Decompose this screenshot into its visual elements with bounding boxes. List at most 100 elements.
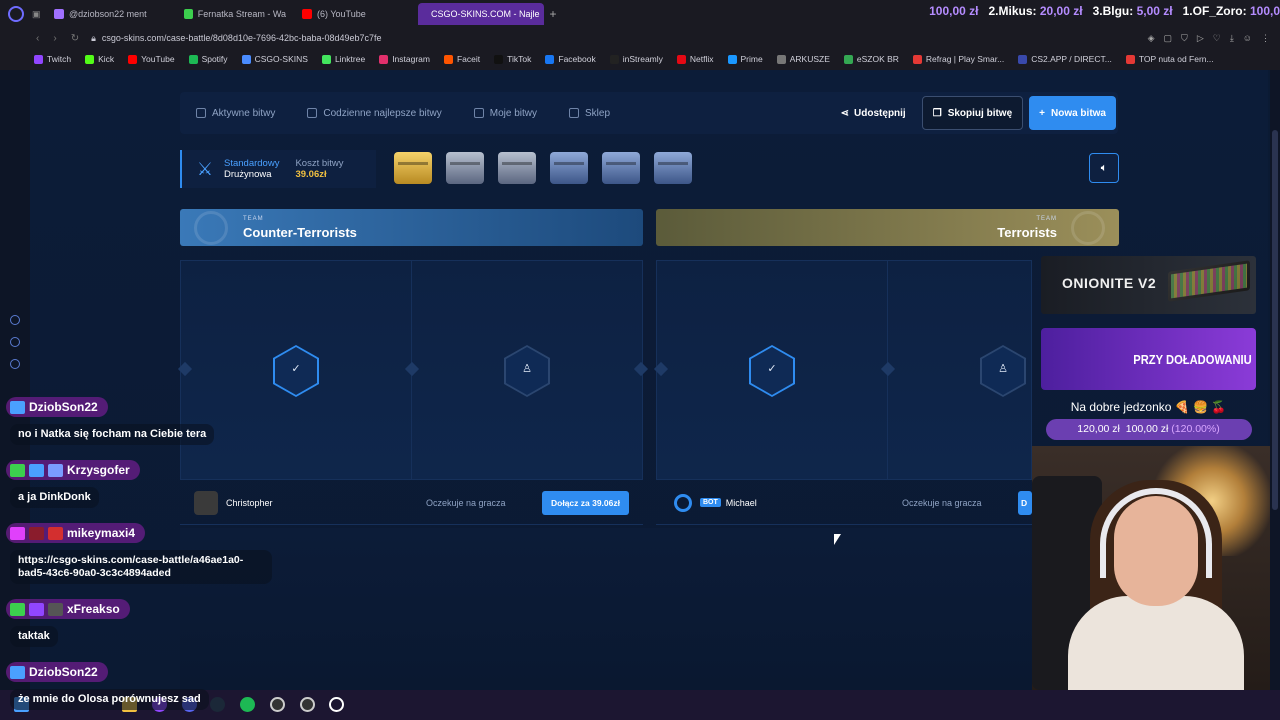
tab-4-active[interactable]: CSGO-SKINS.COM - Najle [418, 3, 544, 25]
tab-3[interactable]: (6) YouTube [294, 3, 418, 25]
extension-icon[interactable]: ◈ [1148, 33, 1155, 44]
battle-mode-format: Drużynowa [224, 169, 272, 180]
bookmark-6[interactable]: Instagram [379, 54, 430, 64]
browser-app-icon[interactable] [329, 697, 344, 712]
address-text: csgo-skins.com/case-battle/8d08d10e-7696… [101, 33, 382, 43]
bookmark-0[interactable]: Twitch [34, 54, 71, 64]
profile-icon[interactable]: ☺ [1243, 33, 1252, 44]
case-1-icon[interactable] [394, 152, 432, 184]
steam-icon[interactable] [210, 697, 225, 712]
bookmark-label: ARKUSZE [789, 54, 830, 64]
bookmark-4[interactable]: CSGO-SKINS [241, 54, 308, 64]
back-icon[interactable]: ‹ [36, 33, 39, 44]
donor-3-amount: 5,00 zł [1136, 4, 1173, 18]
settings-icon[interactable] [10, 359, 20, 369]
team-t-name: Terrorists [997, 225, 1057, 240]
case-6-icon[interactable] [654, 152, 692, 184]
scrollbar-thumb[interactable] [1272, 130, 1278, 510]
bookmark-10[interactable]: inStreamly [609, 54, 663, 64]
sub-badge-icon [10, 602, 25, 616]
share-button[interactable]: ⋖ Udostępnij [831, 108, 916, 119]
new-battle-button[interactable]: + Nowa bitwa [1029, 96, 1116, 130]
copy-icon: ❐ [932, 107, 942, 119]
spotify-icon[interactable] [240, 697, 255, 712]
donor-amount-0: 100,00 zł [929, 4, 979, 18]
bookmark-5[interactable]: Linktree [321, 54, 365, 64]
screenshot-icon[interactable]: ▢ [1164, 33, 1173, 44]
history-icon[interactable] [10, 315, 20, 325]
bookmark-1[interactable]: Kick [85, 54, 114, 64]
bookmark-15[interactable]: Refrag | Play Smar... [912, 54, 1004, 64]
checkmark-icon: ✓ [767, 363, 777, 375]
waiting-label: Oczekuje na gracza [902, 497, 982, 508]
shield-icon[interactable]: ⛉ [1181, 33, 1188, 44]
bookmark-8[interactable]: TikTok [494, 54, 531, 64]
team-ct-caption: TEAM [243, 216, 264, 222]
nav-shop[interactable]: Sklep [553, 108, 626, 119]
battle-cost: Koszt bitwy 39.06zł [295, 158, 343, 180]
nav-daily-best-label: Codzienne najlepsze bitwy [323, 107, 442, 119]
slot-t-2: ♙ [888, 261, 1031, 479]
reload-icon[interactable]: ↻ [71, 33, 79, 44]
tab-2[interactable]: Fernatka Stream - Wa [176, 3, 294, 25]
side-panel [0, 70, 30, 690]
slot-t-1: ✓ [657, 261, 888, 479]
bookmark-17[interactable]: TOP nuta od Fern... [1125, 54, 1214, 64]
twitch-favicon-icon [54, 9, 64, 19]
obs-icon[interactable] [270, 697, 285, 712]
bookmark-11[interactable]: Netflix [676, 54, 714, 64]
bookmark-9[interactable]: Facebook [545, 54, 596, 64]
scrollbar[interactable] [1270, 70, 1280, 690]
goal-label: Na dobre jedzonko 🍕 🍔 🍒 [1070, 400, 1227, 414]
t-emblem-icon [1071, 211, 1105, 245]
browser-tab-bar: ▣ @dziobson22 ment Fernatka Stream - Wa … [0, 0, 1280, 28]
nav-daily-best[interactable]: Codzienne najlepsze bitwy [291, 108, 457, 119]
new-tab-button[interactable]: + [544, 7, 562, 21]
team-t-caption: TEAM [1036, 216, 1057, 222]
menu-icon[interactable]: ⋮ [1261, 33, 1270, 44]
tab-list-icon[interactable]: ▣ [32, 9, 46, 20]
tab-1[interactable]: @dziobson22 ment [46, 3, 176, 25]
bookmark-label: TOP nuta od Fern... [1138, 54, 1214, 64]
bookmark-13[interactable]: ARKUSZE [776, 54, 830, 64]
bookmark-3[interactable]: Spotify [188, 54, 228, 64]
crossed-swords-icon: ⚔ [196, 159, 214, 179]
copy-battle-button[interactable]: ❐ Skopiuj bitwę [921, 96, 1024, 130]
power-app-icon[interactable] [300, 697, 315, 712]
bookmark-12[interactable]: Prime [727, 54, 763, 64]
play-icon[interactable]: ▷ [1197, 33, 1204, 44]
battle-mode-type: Standardowy [224, 158, 280, 169]
case-2-icon[interactable] [446, 152, 484, 184]
goal-progress-bar: 120,00 zł 100,00 zł (120.00%) [1045, 419, 1252, 440]
join-button[interactable]: Dołącz za 39.06zł [542, 490, 629, 515]
new-battle-label: Nowa bitwa [1050, 107, 1106, 119]
youtube-favicon-icon [302, 9, 312, 19]
address-field[interactable]: 🔒︎ csgo-skins.com/case-battle/8d08d10e-7… [91, 33, 381, 44]
bookmark-label: Facebook [558, 54, 596, 64]
sound-toggle-button[interactable]: 🔈︎ [1089, 153, 1119, 183]
bookmark-7[interactable]: Faceit [443, 54, 480, 64]
chat-user-1: DziobSon22 [6, 397, 108, 417]
heart-icon[interactable]: ♡ [1213, 33, 1221, 44]
bookmark-14[interactable]: eSZOK BR [843, 54, 899, 64]
case-5-icon[interactable] [602, 152, 640, 184]
nav-shop-label: Sklep [585, 107, 611, 119]
bookmark-label: Twitch [47, 54, 72, 64]
top-donors: 100,00 zł 2.Mikus: 20,00 zł 3.Blgu: 5,00… [929, 4, 1280, 18]
bookmark-icon [727, 54, 737, 64]
bookmark-16[interactable]: CS2.APP / DIRECT... [1018, 54, 1112, 64]
case-4-icon[interactable] [550, 152, 588, 184]
nav-active-battles[interactable]: Aktywne bitwy [180, 108, 291, 119]
download-icon[interactable]: ⤓ [1230, 33, 1234, 44]
bookmark-label: CS2.APP / DIRECT... [1031, 54, 1112, 64]
bookmark-icon [321, 54, 331, 64]
bookmark-2[interactable]: YouTube [128, 54, 175, 64]
ct-player-row: Christopher Oczekuje na gracza Dołącz za… [180, 481, 643, 525]
forward-icon[interactable]: › [53, 33, 56, 44]
goal-target: 100,00 zł [1125, 423, 1169, 435]
join-button[interactable]: D [1018, 490, 1032, 515]
reader-icon[interactable] [10, 337, 20, 347]
nav-my-battles[interactable]: Moje bitwy [458, 108, 553, 119]
case-3-icon[interactable] [498, 152, 536, 184]
user-icon: ♙ [522, 363, 532, 375]
